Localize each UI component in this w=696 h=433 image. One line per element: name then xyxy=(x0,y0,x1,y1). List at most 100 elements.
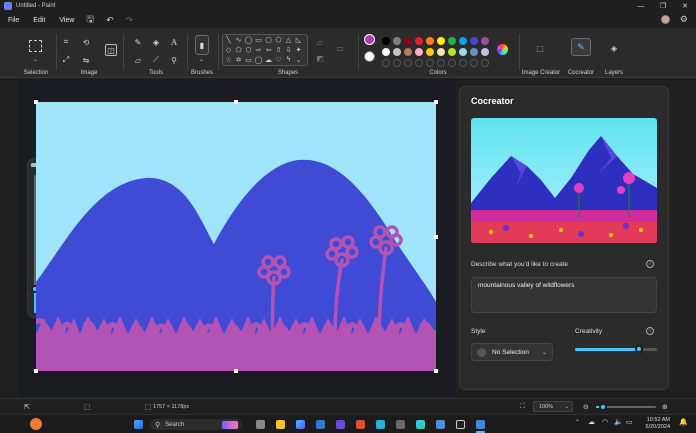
info-icon[interactable]: i xyxy=(646,260,654,268)
outline-icon[interactable]: ▱ xyxy=(314,36,326,48)
start-icon[interactable] xyxy=(134,420,143,429)
fill-icon[interactable]: ◩ xyxy=(314,52,326,64)
menu-file[interactable]: File xyxy=(8,17,19,24)
selection-tool-icon[interactable] xyxy=(29,40,42,52)
left-arrow-shape-icon[interactable]: ⇦ xyxy=(264,45,273,54)
file-explorer-icon[interactable] xyxy=(276,420,285,429)
cocreator-icon[interactable]: ✎ xyxy=(571,38,591,56)
custom-color-slot[interactable] xyxy=(481,59,489,67)
maximize-button[interactable]: ❐ xyxy=(652,0,674,12)
copilot-icon[interactable] xyxy=(296,420,305,429)
custom-color-slot[interactable] xyxy=(426,59,434,67)
save-icon[interactable]: 🖫 xyxy=(86,12,94,28)
widgets-icon[interactable] xyxy=(30,418,42,430)
lightning-shape-icon[interactable]: ϟ xyxy=(284,55,293,64)
creativity-slider[interactable] xyxy=(575,345,657,353)
wifi-icon[interactable]: ◠ xyxy=(602,418,608,426)
zoom-slider[interactable] xyxy=(596,403,656,411)
volume-icon[interactable]: 🔈 xyxy=(614,418,623,426)
star-four-shape-icon[interactable]: ✦ xyxy=(294,45,303,54)
primary-color-swatch[interactable] xyxy=(364,34,375,45)
notification-bell-icon[interactable]: 🔔 xyxy=(679,418,688,426)
text-icon[interactable]: A xyxy=(168,36,180,48)
star-six-shape-icon[interactable]: ✡ xyxy=(234,55,243,64)
custom-color-slot[interactable] xyxy=(393,59,401,67)
up-arrow-shape-icon[interactable]: ⇧ xyxy=(274,45,283,54)
secondary-color-swatch[interactable] xyxy=(364,51,375,62)
task-view-icon[interactable] xyxy=(256,420,265,429)
zoom-level-dropdown[interactable]: 100% ⌄ xyxy=(533,401,573,412)
color-swatch[interactable] xyxy=(470,48,478,56)
triangle-shape-icon[interactable]: △ xyxy=(284,35,293,44)
custom-color-slot[interactable] xyxy=(415,59,423,67)
paint-taskbar-icon[interactable] xyxy=(476,420,485,429)
rotate-icon[interactable]: ⟲ xyxy=(80,36,92,48)
color-swatch[interactable] xyxy=(459,37,467,45)
color-swatch[interactable] xyxy=(426,37,434,45)
edit-colors-icon[interactable] xyxy=(497,44,508,55)
taskbar-search[interactable]: ⚲ Search xyxy=(150,419,242,430)
color-swatch[interactable] xyxy=(382,37,390,45)
zoom-in-icon[interactable]: ⊕ xyxy=(662,403,668,411)
color-swatch[interactable] xyxy=(437,48,445,56)
down-arrow-shape-icon[interactable]: ⇩ xyxy=(284,45,293,54)
menu-view[interactable]: View xyxy=(59,17,74,24)
curve-shape-icon[interactable]: ∿ xyxy=(234,35,243,44)
custom-color-slot[interactable] xyxy=(470,59,478,67)
chevron-up-icon[interactable]: ⌃ xyxy=(575,419,580,426)
mail-icon[interactable] xyxy=(316,420,325,429)
pentagon-shape-icon[interactable]: ⬠ xyxy=(234,45,243,54)
rounded-rectangle-shape-icon[interactable]: ▢ xyxy=(264,35,273,44)
minimize-button[interactable]: — xyxy=(630,0,652,12)
diamond-shape-icon[interactable]: ◇ xyxy=(224,45,233,54)
generated-image[interactable] xyxy=(471,118,657,243)
close-button[interactable]: ✕ xyxy=(674,0,696,12)
color-swatch[interactable] xyxy=(448,37,456,45)
color-swatch[interactable] xyxy=(404,48,412,56)
resize-handle[interactable] xyxy=(234,369,238,373)
color-swatch[interactable] xyxy=(470,37,478,45)
resize-icon[interactable]: ⤢ xyxy=(60,54,72,66)
brush-icon[interactable]: ▮ xyxy=(195,35,209,55)
rectangle-shape-icon[interactable]: ▭ xyxy=(254,35,263,44)
hexagon-shape-icon[interactable]: ⬡ xyxy=(244,45,253,54)
callout-oval-shape-icon[interactable]: ◯ xyxy=(254,55,263,64)
color-swatch[interactable] xyxy=(459,48,467,56)
undo-icon[interactable]: ↶ xyxy=(106,15,114,26)
color-swatch[interactable] xyxy=(382,48,390,56)
line-shape-icon[interactable]: ╲ xyxy=(224,35,233,44)
store-icon[interactable] xyxy=(436,420,445,429)
drawing-canvas[interactable] xyxy=(36,102,436,371)
redo-icon[interactable]: ↷ xyxy=(126,15,134,26)
shape-options-icon[interactable]: ▭ xyxy=(334,42,346,54)
chevron-down-icon[interactable]: ⌄ xyxy=(199,56,204,63)
resize-handle[interactable] xyxy=(234,100,238,104)
prompt-textarea[interactable]: mountainous valley of wildflowers xyxy=(471,277,657,313)
eraser-icon[interactable]: ▱ xyxy=(132,54,144,66)
magnifier-icon[interactable]: ⚲ xyxy=(168,54,180,66)
image-creator-icon[interactable]: ⬚ xyxy=(534,42,546,54)
color-swatch[interactable] xyxy=(481,48,489,56)
custom-color-slot[interactable] xyxy=(437,59,445,67)
oval-shape-icon[interactable]: ◯ xyxy=(244,35,253,44)
teams-icon[interactable] xyxy=(336,420,345,429)
creativity-slider-knob[interactable] xyxy=(634,345,643,353)
resize-handle[interactable] xyxy=(34,369,38,373)
chevron-down-icon[interactable]: ⌄ xyxy=(33,56,38,63)
color-swatch[interactable] xyxy=(393,48,401,56)
fit-to-window-icon[interactable]: ⛶ xyxy=(520,403,525,411)
heart-shape-icon[interactable]: ♡ xyxy=(274,55,283,64)
crop-icon[interactable]: ⌗ xyxy=(60,36,72,48)
color-swatch[interactable] xyxy=(437,37,445,45)
more-shapes-icon[interactable]: ⌄ xyxy=(294,55,303,64)
clipchamp-icon[interactable] xyxy=(396,420,405,429)
color-swatch[interactable] xyxy=(404,37,412,45)
color-picker-icon[interactable]: ⟋ xyxy=(150,54,162,66)
battery-icon[interactable]: ▭ xyxy=(626,418,633,426)
color-swatch[interactable] xyxy=(393,37,401,45)
office-icon[interactable] xyxy=(356,420,365,429)
color-swatch[interactable] xyxy=(448,48,456,56)
right-triangle-shape-icon[interactable]: ◺ xyxy=(294,35,303,44)
zoom-out-icon[interactable]: ⊖ xyxy=(583,403,589,411)
custom-color-slot[interactable] xyxy=(404,59,412,67)
